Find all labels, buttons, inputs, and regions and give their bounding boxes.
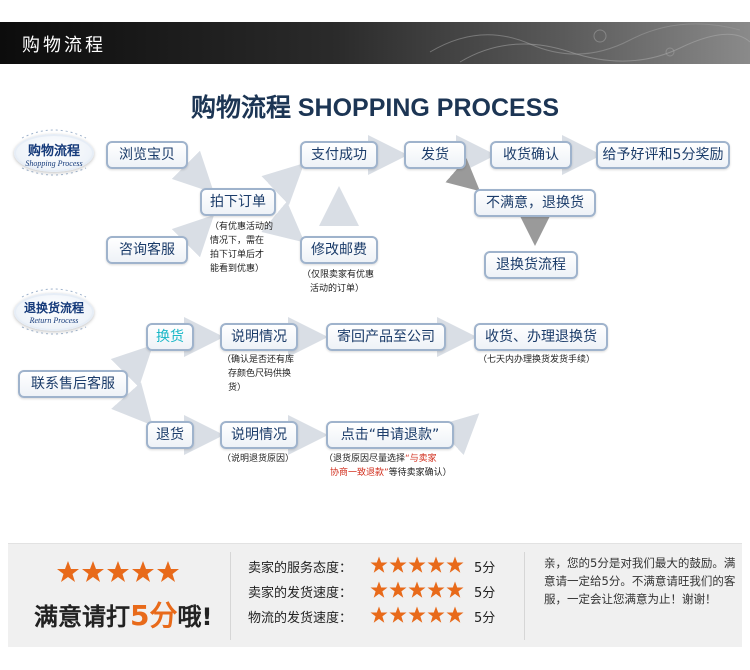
step-change-postage[interactable]: 修改邮费 — [300, 236, 378, 264]
step-explain-exchange[interactable]: 说明情况 — [220, 323, 298, 351]
rating-stars-icon — [370, 581, 464, 598]
arrow-browse-order — [171, 150, 215, 194]
step-exchange[interactable]: 换货 — [146, 323, 194, 351]
rating-message: 亲，您的5分是对我们最大的鼓励。满意请一定给5分。不满意请旺我们的客服，一定会让… — [544, 556, 736, 606]
note-seven-days: （七天内办理换货发货手续） — [478, 355, 596, 365]
step-refund[interactable]: 退货 — [146, 421, 194, 449]
arrow-ship-notsatisfied — [445, 158, 481, 192]
step-return-flow[interactable]: 退换货流程 — [484, 251, 578, 279]
step-send-back[interactable]: 寄回产品至公司 — [326, 323, 446, 351]
rating-slogan: 满意请打5分哦! — [34, 599, 213, 632]
note-postage: （仅限卖家有优惠 活动的订单） — [302, 270, 375, 294]
step-ship[interactable]: 发货 — [404, 141, 466, 169]
badge-subtitle: Shopping Process — [25, 159, 83, 168]
badge-title: 购物流程 — [27, 144, 80, 159]
note-order: （有优惠活动的 情况下，需在 拍下订单后才 能看到优惠） — [210, 222, 274, 274]
step-confirm-receipt[interactable]: 收货确认 — [490, 141, 572, 169]
step-explain-refund[interactable]: 说明情况 — [220, 421, 298, 449]
rating-panel: 满意请打5分哦! 卖家的服务态度： 5分 卖家的发货速度： 5分 物流的发货速度… — [8, 543, 742, 647]
rating-stars-icon — [370, 556, 464, 573]
arrow-order-pay — [261, 163, 305, 206]
badge-subtitle: Return Process — [29, 316, 79, 325]
note-refund-choice: （退货原因尽量选择“与卖家 协商一致退款”等待卖家确认） — [324, 454, 452, 478]
divider — [524, 552, 525, 640]
step-consult[interactable]: 咨询客服 — [106, 236, 188, 264]
badge-title: 退换货流程 — [23, 301, 84, 315]
rating-stars-icon — [370, 606, 464, 623]
step-browse[interactable]: 浏览宝贝 — [106, 141, 188, 169]
note-refund-reason: （说明退货原因） — [222, 454, 295, 464]
step-receive-exchange[interactable]: 收货、办理退换货 — [474, 323, 608, 351]
step-good-review[interactable]: 给予好评和5分奖励 — [596, 141, 730, 169]
divider — [230, 552, 231, 640]
step-place-order[interactable]: 拍下订单 — [200, 188, 276, 216]
arrow-order-postage — [261, 201, 305, 243]
badge-shopping-process: 购物流程 Shopping Process — [8, 124, 100, 180]
badge-return-process: 退换货流程 Return Process — [8, 283, 100, 339]
note-exchange: （确认是否还有库 存颜色尺码供换 货） — [222, 355, 295, 393]
step-contact-service[interactable]: 联系售后客服 — [18, 370, 128, 398]
step-click-refund[interactable]: 点击“申请退款” — [326, 421, 454, 449]
big-stars-icon — [57, 561, 179, 582]
arrow-consult-order — [171, 214, 215, 258]
step-pay-success[interactable]: 支付成功 — [300, 141, 378, 169]
arrow-click-end — [436, 413, 480, 456]
arrow-contact-refund — [111, 382, 153, 426]
arrow-contact-exchange — [110, 344, 154, 388]
step-not-satisfied[interactable]: 不满意，退换货 — [474, 189, 596, 217]
